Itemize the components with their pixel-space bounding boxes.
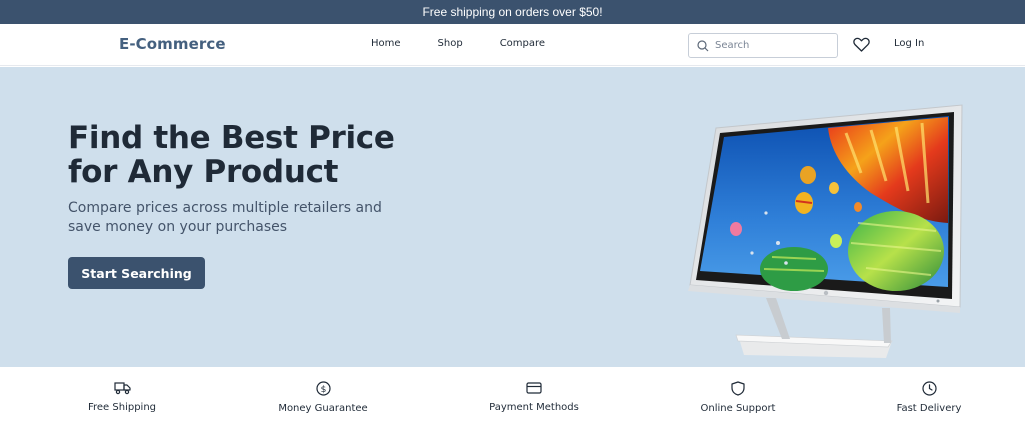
nav-links: Home Shop Compare (371, 38, 545, 49)
clock-icon (921, 381, 937, 396)
feature-online-support: Online Support (668, 381, 808, 414)
navbar: E-Commerce Home Shop Compare Log In (0, 24, 1025, 66)
feature-label: Fast Delivery (896, 403, 962, 414)
monitor-product-image (688, 104, 963, 358)
nav-link-home[interactable]: Home (371, 38, 401, 49)
feature-payment-methods: Payment Methods (464, 381, 604, 413)
search-input[interactable] (715, 40, 825, 51)
feature-label: Online Support (700, 403, 776, 414)
feature-free-shipping: Free Shipping (52, 381, 192, 413)
hero-section: Find the Best Price for Any Product Comp… (0, 67, 1025, 367)
shield-icon (731, 381, 745, 396)
announcement-bar: Free shipping on orders over $50! (0, 0, 1025, 24)
brand-logo[interactable]: E-Commerce (119, 35, 226, 53)
nav-link-shop[interactable]: Shop (438, 38, 463, 49)
hero-headline: Find the Best Price for Any Product (68, 120, 395, 190)
feature-label: Money Guarantee (278, 403, 368, 414)
svg-text:$: $ (320, 385, 326, 395)
search-icon (697, 39, 709, 51)
announcement-text: Free shipping on orders over $50! (422, 5, 603, 19)
feature-fast-delivery: Fast Delivery (859, 381, 999, 414)
dollar-circle-icon: $ (315, 381, 331, 396)
features-bar: Free Shipping $ Money Guarantee Payment … (0, 367, 1025, 437)
hero-subtext: Compare prices across multiple retailers… (68, 200, 382, 235)
nav-link-compare[interactable]: Compare (500, 38, 545, 49)
feature-money-guarantee: $ Money Guarantee (253, 381, 393, 414)
search-box[interactable] (688, 33, 838, 58)
feature-label: Payment Methods (489, 402, 579, 413)
feature-label: Free Shipping (87, 402, 157, 413)
wishlist-heart-icon[interactable] (853, 37, 870, 52)
login-link[interactable]: Log In (894, 38, 924, 49)
credit-card-icon (526, 382, 542, 394)
start-searching-button[interactable]: Start Searching (68, 257, 205, 289)
truck-icon (113, 382, 131, 395)
